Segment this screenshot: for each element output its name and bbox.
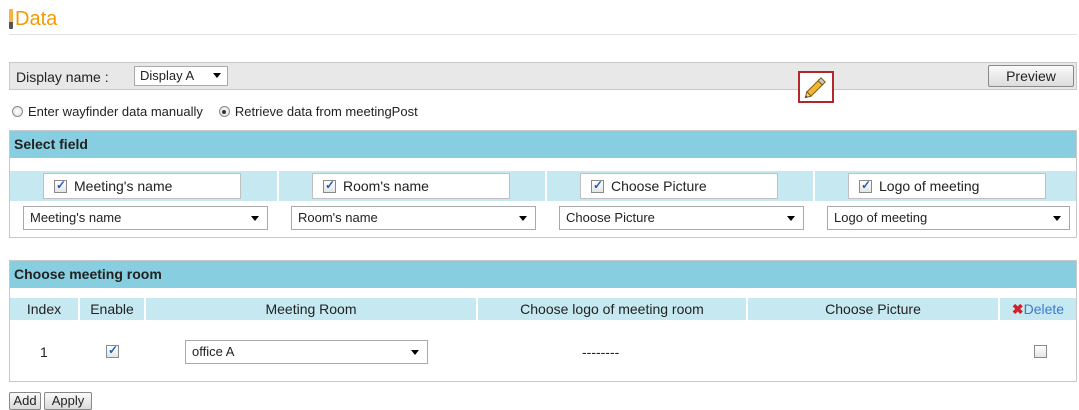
logo-meeting-field[interactable]: Logo of meeting xyxy=(848,173,1046,199)
meeting-name-field[interactable]: Meeting's name xyxy=(43,173,241,199)
data-source-options: Enter wayfinder data manually Retrieve d… xyxy=(12,104,434,119)
x-icon: ✖ xyxy=(1011,301,1024,317)
table-row: 1 office A -------- xyxy=(10,321,1076,381)
field-select-row: Meeting's name Room's name Choose Pictur… xyxy=(10,204,1076,232)
delete-row-checkbox[interactable] xyxy=(1034,345,1047,358)
column-header-logo: Choose logo of meeting room xyxy=(478,298,746,320)
choose-picture-label: Choose Picture xyxy=(611,178,707,194)
title-accent-icon xyxy=(9,9,13,29)
select-field-header: Select field xyxy=(10,131,1076,158)
meetingpost-radio[interactable] xyxy=(218,106,230,117)
chevron-down-icon xyxy=(1053,216,1061,221)
room-name-label: Room's name xyxy=(343,178,429,194)
page-title: Data xyxy=(9,8,57,30)
column-header-enable: Enable xyxy=(80,298,144,320)
display-name-label: Display name : xyxy=(16,69,109,85)
chevron-down-icon xyxy=(411,350,419,355)
enable-checkbox[interactable] xyxy=(106,343,119,358)
title-divider xyxy=(9,34,1077,35)
preview-button[interactable]: Preview xyxy=(988,65,1074,87)
meeting-room-header: Choose meeting room xyxy=(10,261,1076,288)
edit-picture-button[interactable] xyxy=(798,71,834,103)
field-cell-3: Choose Picture xyxy=(547,171,813,201)
delete-label: Delete xyxy=(1023,301,1065,317)
field-checkbox-row: Meeting's name Room's name Choose Pictur… xyxy=(10,171,1076,201)
manual-entry-label[interactable]: Enter wayfinder data manually xyxy=(28,104,203,119)
logo-meeting-select[interactable]: Logo of meeting xyxy=(827,206,1070,230)
meeting-name-checkbox[interactable] xyxy=(54,178,67,193)
room-name-select-value: Room's name xyxy=(298,210,378,225)
logo-meeting-select-value: Logo of meeting xyxy=(834,210,928,225)
column-header-meeting-room: Meeting Room xyxy=(146,298,476,320)
logo-meeting-label: Logo of meeting xyxy=(879,178,980,194)
display-toolbar: Display name : Display A Preview xyxy=(9,62,1077,90)
apply-button[interactable]: Apply xyxy=(44,392,92,410)
pencil-icon xyxy=(804,77,826,99)
meeting-room-select-value: office A xyxy=(192,344,235,359)
choose-picture-field[interactable]: Choose Picture xyxy=(580,173,778,199)
meeting-room-panel: Choose meeting room Index Enable Meeting… xyxy=(9,260,1077,382)
meetingpost-label[interactable]: Retrieve data from meetingPost xyxy=(235,104,418,119)
chevron-down-icon xyxy=(213,73,221,78)
display-name-select[interactable]: Display A xyxy=(134,66,228,86)
meeting-room-select[interactable]: office A xyxy=(185,340,428,364)
room-name-field[interactable]: Room's name xyxy=(312,173,510,199)
chevron-down-icon xyxy=(519,216,527,221)
column-header-index: Index xyxy=(10,298,78,320)
field-cell-4: Logo of meeting xyxy=(815,171,1076,201)
chevron-down-icon xyxy=(787,216,795,221)
field-cell-1: Meeting's name xyxy=(10,171,277,201)
display-name-value: Display A xyxy=(140,68,195,83)
room-name-select[interactable]: Room's name xyxy=(291,206,536,230)
add-button[interactable]: Add xyxy=(9,392,41,410)
field-cell-2: Room's name xyxy=(279,171,545,201)
room-name-checkbox[interactable] xyxy=(323,178,336,193)
column-header-picture: Choose Picture xyxy=(748,298,998,320)
logo-meeting-checkbox[interactable] xyxy=(859,178,872,193)
meeting-name-select-value: Meeting's name xyxy=(30,210,122,225)
chevron-down-icon xyxy=(251,216,259,221)
select-field-panel: Select field Meeting's name Room's name … xyxy=(9,130,1077,238)
manual-entry-radio[interactable] xyxy=(12,106,23,117)
page-title-text: Data xyxy=(15,8,58,30)
choose-picture-select-value: Choose Picture xyxy=(566,210,655,225)
meeting-name-select[interactable]: Meeting's name xyxy=(23,206,268,230)
meeting-name-label: Meeting's name xyxy=(74,178,173,194)
row-index: 1 xyxy=(40,344,48,360)
choose-picture-select[interactable]: Choose Picture xyxy=(559,206,804,230)
choose-picture-checkbox[interactable] xyxy=(591,178,604,193)
delete-column-header[interactable]: ✖Delete xyxy=(1000,298,1076,320)
logo-placeholder: -------- xyxy=(582,344,620,360)
